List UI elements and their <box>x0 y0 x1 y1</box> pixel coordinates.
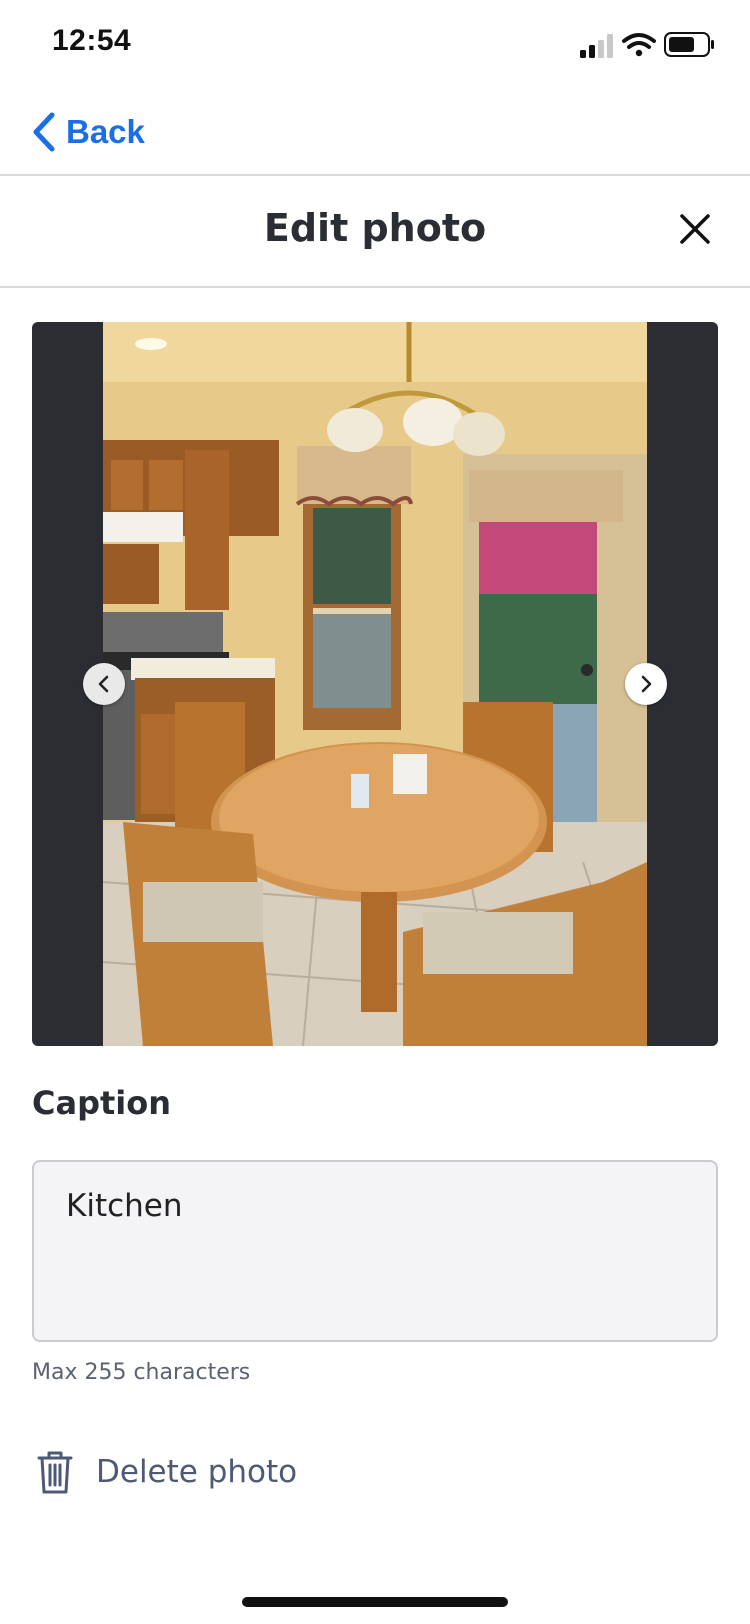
chevron-right-icon <box>641 675 652 693</box>
back-label: Back <box>66 113 145 150</box>
photo-viewer <box>32 322 718 1046</box>
cellular-signal-icon <box>580 34 613 58</box>
previous-photo-button[interactable] <box>83 663 125 705</box>
close-icon <box>680 214 710 244</box>
wifi-icon <box>622 33 656 57</box>
page-title: Edit photo <box>263 206 487 250</box>
status-time: 12:54 <box>52 24 132 57</box>
caption-input[interactable]: Kitchen <box>32 1160 718 1342</box>
caption-hint: Max 255 characters <box>32 1360 251 1385</box>
status-bar: 12:54 <box>0 0 750 90</box>
delete-photo-button[interactable]: Delete photo <box>36 1444 297 1500</box>
close-button[interactable] <box>670 204 720 254</box>
chevron-left-icon <box>98 675 109 693</box>
page-header: Edit photo <box>0 176 750 288</box>
delete-photo-label: Delete photo <box>96 1454 298 1490</box>
navigation-bar: Back <box>0 90 750 176</box>
status-icons <box>580 32 714 58</box>
chevron-left-icon <box>33 112 55 152</box>
caption-label: Caption <box>32 1084 172 1122</box>
kitchen-photo <box>103 322 647 1046</box>
next-photo-button[interactable] <box>625 663 667 705</box>
home-indicator[interactable] <box>242 1597 508 1607</box>
back-button[interactable]: Back <box>30 108 145 156</box>
kitchen-photo-illustration <box>103 322 647 1046</box>
trash-icon <box>37 1451 73 1494</box>
battery-icon <box>664 32 714 57</box>
